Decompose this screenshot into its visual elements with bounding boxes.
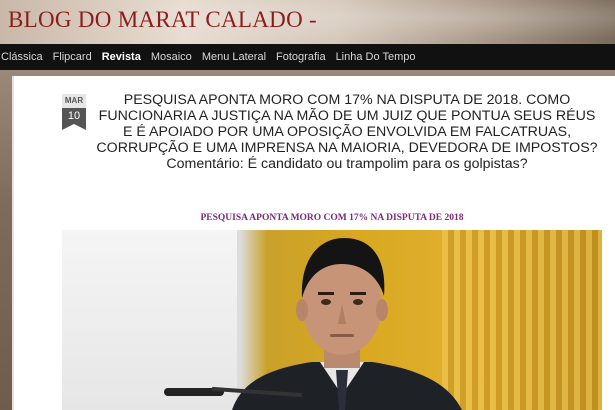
post-title[interactable]: PESQUISA APONTA MORO COM 17% NA DISPUTA … xyxy=(92,92,602,172)
post-content: MAR 10 PESQUISA APONTA MORO COM 17% NA D… xyxy=(12,76,615,410)
date-badge-tail xyxy=(62,124,86,130)
photo-wall xyxy=(62,230,237,410)
blog-header: BLOG DO MARAT CALADO - xyxy=(0,0,615,44)
nav-item-linha-do-tempo[interactable]: Linha Do Tempo xyxy=(336,51,416,63)
person-figure xyxy=(232,238,462,410)
post-subtitle: PESQUISA APONTA MORO COM 17% NA DISPUTA … xyxy=(200,213,464,223)
nav-item-revista[interactable]: Revista xyxy=(102,51,141,63)
nav-item-mosaico[interactable]: Mosaico xyxy=(151,51,192,63)
post-photo xyxy=(62,230,602,410)
blog-title[interactable]: BLOG DO MARAT CALADO - xyxy=(8,7,317,33)
date-month: MAR xyxy=(62,94,86,108)
date-day: 10 xyxy=(62,108,86,124)
view-nav: Clássica Flipcard Revista Mosaico Menu L… xyxy=(0,44,615,70)
nav-item-menu-lateral[interactable]: Menu Lateral xyxy=(202,51,266,63)
date-badge: MAR 10 xyxy=(62,94,86,130)
nav-item-classica[interactable]: Clássica xyxy=(1,51,43,63)
nav-item-fotografia[interactable]: Fotografia xyxy=(276,51,326,63)
nav-item-flipcard[interactable]: Flipcard xyxy=(53,51,92,63)
